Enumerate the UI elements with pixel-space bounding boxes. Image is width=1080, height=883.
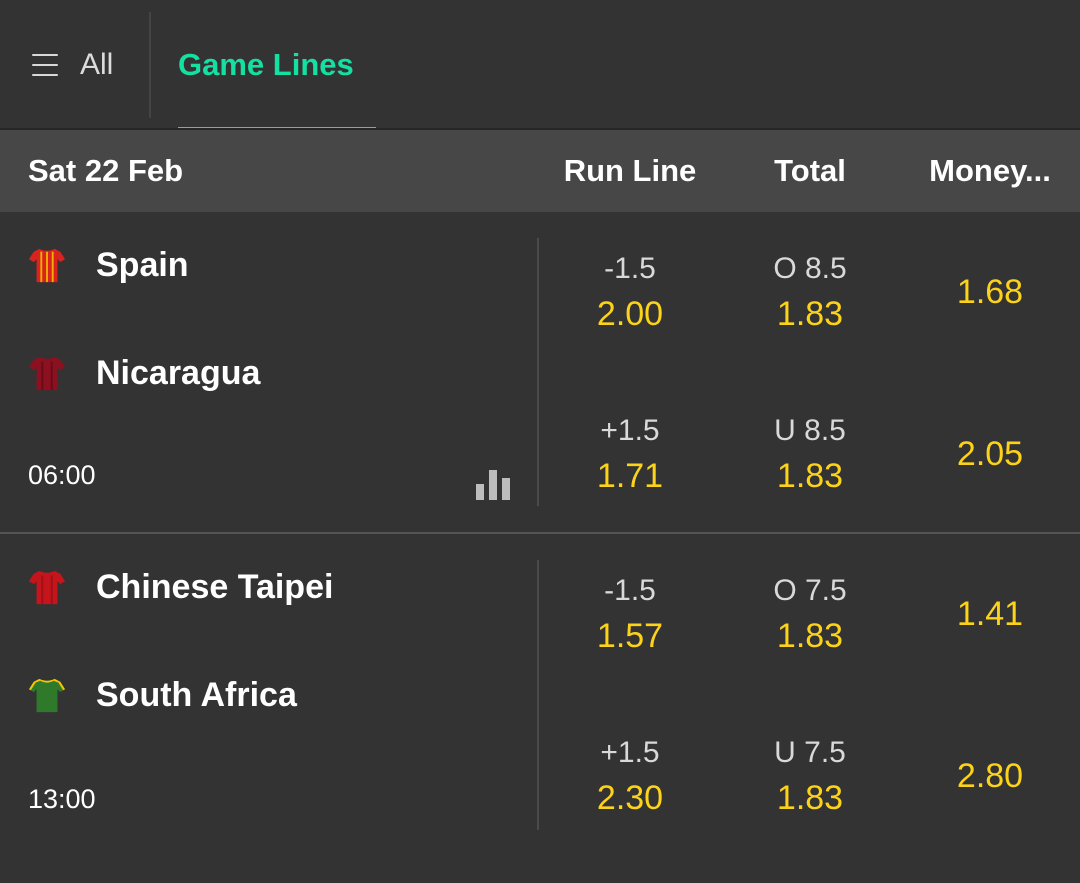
team-away[interactable]: South Africa [28, 670, 297, 720]
run-line-home[interactable]: -1.5 1.57 [540, 559, 720, 669]
tab-game-lines[interactable]: Game Lines [178, 0, 376, 130]
team-name: Nicaragua [96, 353, 261, 392]
odds-line: +1.5 [600, 736, 660, 769]
odds-price: 1.71 [596, 457, 664, 495]
odds-price: 1.83 [776, 457, 844, 495]
jersey-icon [28, 678, 66, 713]
money-line-header[interactable]: Money... [900, 130, 1080, 212]
odds-line: O 7.5 [773, 574, 847, 607]
odds-line: +1.5 [600, 414, 660, 447]
tab-bar: All Game Lines [0, 0, 1080, 130]
match-row: Chinese Taipei South Africa 13:00 -1.5 1… [0, 534, 1080, 854]
money-line-home[interactable]: 1.68 [900, 237, 1080, 347]
tab-game-lines-label: Game Lines [178, 47, 354, 82]
jersey-icon [28, 248, 66, 283]
tab-separator [149, 12, 151, 118]
odds-price: 1.83 [776, 295, 844, 333]
total-under[interactable]: U 8.5 1.83 [720, 399, 900, 509]
team-home[interactable]: Chinese Taipei [28, 562, 333, 612]
match-row: Spain Nicaragua 06:00 -1.5 2.00 +1.5 1.7… [0, 212, 1080, 532]
odds-price: 1.83 [776, 779, 844, 817]
odds-line: O 8.5 [773, 252, 847, 285]
run-line-away[interactable]: +1.5 2.30 [540, 721, 720, 831]
odds-line: -1.5 [604, 574, 656, 607]
jersey-icon [28, 570, 66, 605]
date-label: Sat 22 Feb [28, 153, 184, 188]
money-line-home[interactable]: 1.41 [900, 559, 1080, 669]
menu-icon [32, 54, 58, 76]
team-away[interactable]: Nicaragua [28, 348, 260, 398]
match-time: 13:00 [28, 784, 96, 814]
tab-all-label: All [80, 48, 114, 81]
money-line-away[interactable]: 2.80 [900, 721, 1080, 831]
run-line-home[interactable]: -1.5 2.00 [540, 237, 720, 347]
team-home[interactable]: Spain [28, 240, 189, 290]
run-line-header: Run Line [563, 153, 697, 188]
odds-line: U 7.5 [774, 736, 846, 769]
tab-all[interactable]: All [0, 0, 150, 130]
market-header: Sat 22 Feb Run Line Total Money... [0, 130, 1080, 212]
money-line-away[interactable]: 2.05 [900, 399, 1080, 509]
team-name: South Africa [96, 675, 297, 714]
odds-price: 2.00 [596, 295, 664, 333]
match-time: 06:00 [28, 460, 96, 490]
odds-price: 2.30 [596, 779, 664, 817]
column-divider [537, 560, 539, 830]
column-divider [537, 238, 539, 506]
total-header: Total [774, 153, 846, 188]
odds-line: U 8.5 [774, 414, 846, 447]
run-line-away[interactable]: +1.5 1.71 [540, 399, 720, 509]
odds-price: 1.83 [776, 617, 844, 655]
odds-price: 1.57 [596, 617, 664, 655]
total-under[interactable]: U 7.5 1.83 [720, 721, 900, 831]
odds-line: -1.5 [604, 252, 656, 285]
stats-icon[interactable] [476, 470, 510, 500]
jersey-icon [28, 356, 66, 391]
team-name: Spain [96, 245, 189, 284]
total-over[interactable]: O 7.5 1.83 [720, 559, 900, 669]
total-over[interactable]: O 8.5 1.83 [720, 237, 900, 347]
team-name: Chinese Taipei [96, 567, 334, 606]
